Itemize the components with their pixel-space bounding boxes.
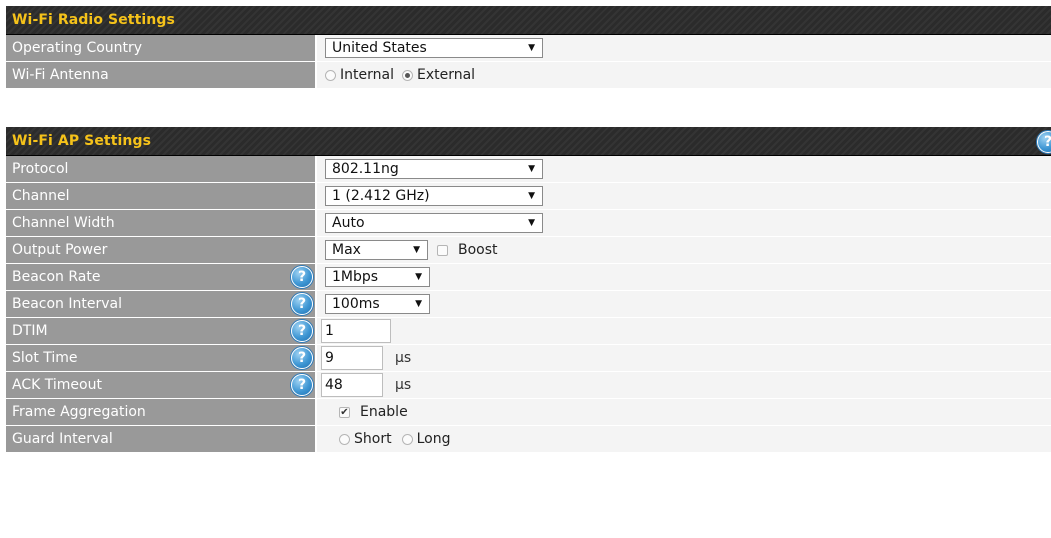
channel-value: 1 (2.412 GHz) (332, 188, 430, 204)
antenna-external-label: External (416, 67, 476, 83)
beacon-rate-row: Beacon Rate ? 1Mbps ▼ (6, 264, 1051, 291)
slot-time-row: Slot Time ? 9 μs (6, 345, 1051, 372)
caret-down-icon: ▼ (415, 299, 422, 309)
ack-timeout-unit: μs (395, 377, 412, 393)
caret-down-icon: ▼ (413, 245, 420, 255)
slot-time-label: Slot Time (12, 350, 78, 366)
operating-country-select[interactable]: United States ▼ (325, 38, 543, 58)
caret-down-icon: ▼ (415, 272, 422, 282)
ack-timeout-value: 48 (325, 377, 343, 393)
panel-title: Wi-Fi Radio Settings (12, 12, 175, 28)
operating-country-row: Operating Country United States ▼ (6, 35, 1051, 62)
caret-down-icon: ▼ (528, 191, 535, 201)
guard-interval-label: Guard Interval (6, 426, 317, 452)
output-power-select[interactable]: Max ▼ (325, 240, 428, 260)
question-circle-icon[interactable]: ? (291, 266, 313, 288)
channel-label: Channel (6, 183, 317, 209)
panel-header: Wi-Fi AP Settings ? (6, 127, 1051, 156)
ack-timeout-input[interactable]: 48 (321, 373, 383, 397)
wifi-antenna-row: Wi-Fi Antenna Internal External (6, 62, 1051, 89)
beacon-interval-select[interactable]: 100ms ▼ (325, 294, 430, 314)
slot-time-value: 9 (325, 350, 334, 366)
protocol-label: Protocol (6, 156, 317, 182)
antenna-external-radio[interactable] (401, 69, 413, 81)
caret-down-icon: ▼ (528, 218, 535, 228)
wifi-ap-settings-panel: Wi-Fi AP Settings ? Protocol 802.11ng ▼ … (6, 127, 1051, 453)
beacon-interval-value: 100ms (332, 296, 380, 312)
output-power-label: Output Power (6, 237, 317, 263)
beacon-interval-row: Beacon Interval ? 100ms ▼ (6, 291, 1051, 318)
dtim-row: DTIM ? 1 (6, 318, 1051, 345)
channel-row: Channel 1 (2.412 GHz) ▼ (6, 183, 1051, 210)
dtim-label: DTIM (12, 323, 48, 339)
caret-down-icon: ▼ (528, 43, 535, 53)
frame-aggregation-label: Frame Aggregation (6, 399, 317, 425)
caret-down-icon: ▼ (528, 164, 535, 174)
beacon-rate-label: Beacon Rate (12, 269, 101, 285)
frame-aggregation-enable-label: Enable (360, 404, 408, 420)
antenna-internal-label: Internal (340, 67, 394, 83)
output-power-value: Max (332, 242, 361, 258)
wifi-antenna-label: Wi-Fi Antenna (6, 62, 317, 88)
dtim-value: 1 (325, 323, 334, 339)
beacon-rate-select[interactable]: 1Mbps ▼ (325, 267, 430, 287)
channel-width-label: Channel Width (6, 210, 317, 236)
frame-aggregation-row: Frame Aggregation ✔ Enable (6, 399, 1051, 426)
panel-title: Wi-Fi AP Settings (12, 133, 152, 149)
guard-interval-long-label: Long (416, 431, 451, 447)
beacon-interval-label: Beacon Interval (12, 296, 122, 312)
question-circle-icon[interactable]: ? (291, 374, 313, 396)
operating-country-label: Operating Country (6, 35, 317, 61)
wifi-radio-settings-panel: Wi-Fi Radio Settings Operating Country U… (6, 6, 1051, 89)
guard-interval-short-radio[interactable] (339, 433, 350, 445)
guard-interval-short-label: Short (354, 431, 392, 447)
protocol-value: 802.11ng (332, 161, 399, 177)
operating-country-value: United States (332, 40, 427, 56)
slot-time-input[interactable]: 9 (321, 346, 383, 370)
guard-interval-row: Guard Interval Short Long (6, 426, 1051, 453)
frame-aggregation-checkbox[interactable]: ✔ (339, 406, 350, 418)
question-circle-icon[interactable]: ? (291, 320, 313, 342)
channel-width-value: Auto (332, 215, 365, 231)
protocol-row: Protocol 802.11ng ▼ (6, 156, 1051, 183)
dtim-input[interactable]: 1 (321, 319, 391, 343)
output-power-row: Output Power Max ▼ Boost (6, 237, 1051, 264)
channel-select[interactable]: 1 (2.412 GHz) ▼ (325, 186, 543, 206)
panel-header: Wi-Fi Radio Settings (6, 6, 1051, 35)
channel-width-row: Channel Width Auto ▼ (6, 210, 1051, 237)
question-circle-icon[interactable]: ? (1037, 131, 1051, 153)
beacon-rate-value: 1Mbps (332, 269, 379, 285)
slot-time-unit: μs (395, 350, 412, 366)
ack-timeout-row: ACK Timeout ? 48 μs (6, 372, 1051, 399)
channel-width-select[interactable]: Auto ▼ (325, 213, 543, 233)
protocol-select[interactable]: 802.11ng ▼ (325, 159, 543, 179)
question-circle-icon[interactable]: ? (291, 347, 313, 369)
boost-label: Boost (458, 242, 498, 258)
antenna-internal-radio[interactable] (325, 69, 336, 81)
guard-interval-long-radio[interactable] (401, 433, 413, 445)
question-circle-icon[interactable]: ? (291, 293, 313, 315)
boost-checkbox[interactable] (437, 244, 448, 256)
ack-timeout-label: ACK Timeout (12, 377, 102, 393)
